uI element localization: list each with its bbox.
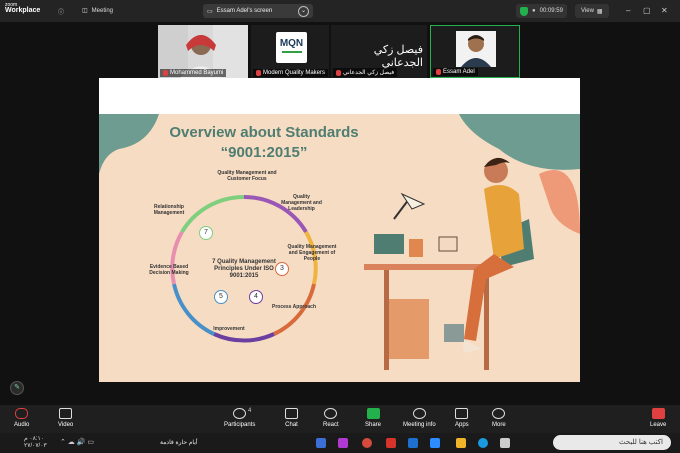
- apps-grid-icon: [455, 408, 469, 419]
- principle-2: Quality Management and Leadership: [281, 194, 322, 212]
- recording-dot-icon: ●: [532, 8, 536, 14]
- participant-name: Modern Quality Makers: [253, 69, 329, 77]
- system-clock: ٠٨:١٠ م ٢٧/٠٧/٠٣: [24, 436, 47, 449]
- chat-icon: [285, 408, 298, 419]
- more-button[interactable]: More: [492, 408, 506, 428]
- company-logo: MQN: [276, 32, 307, 63]
- screen-share-pill[interactable]: ▭ Essam Adel's screen ⌄: [203, 4, 313, 18]
- participant-tile[interactable]: فيصل زكي الجدعاني فيصل زكي الجدعاني: [331, 25, 427, 78]
- windows-taskbar: ٠٨:١٠ م ٢٧/٠٧/٠٣ ⌃ ☁ 🔊 ▭ أيام حارة قادمة…: [0, 433, 680, 453]
- pdf-icon[interactable]: [386, 438, 396, 448]
- mic-off-icon: [436, 69, 441, 75]
- share-arrow-icon: [366, 408, 380, 419]
- minimize-icon[interactable]: –: [626, 6, 630, 15]
- chrome-icon[interactable]: [362, 438, 372, 448]
- audio-button[interactable]: Audio: [14, 408, 29, 428]
- info-icon: [412, 408, 426, 419]
- participant-name: Essam Adel: [433, 68, 478, 76]
- meeting-menu[interactable]: ◫ Meeting: [82, 7, 113, 15]
- shared-screen: Overview about Standards “9001:2015” 7 Q…: [99, 78, 580, 382]
- principle-4: Process Approach: [272, 304, 316, 310]
- cycle-center-title: 7 Quality Management Principles Under IS…: [212, 259, 276, 279]
- annotate-pen-icon[interactable]: ✎: [10, 381, 24, 395]
- edge-icon[interactable]: [478, 438, 488, 448]
- taskbar-app-icon[interactable]: [316, 438, 326, 448]
- tray-icons[interactable]: ⌃ ☁ 🔊 ▭: [60, 438, 94, 446]
- react-button[interactable]: React: [323, 408, 339, 428]
- principle-1: Quality Management and Customer Focus: [217, 170, 277, 182]
- screen-icon: ▭: [207, 8, 213, 15]
- meeting-icon: ◫: [82, 8, 88, 14]
- grid-icon: ▦: [596, 8, 603, 15]
- apps-button[interactable]: Apps: [455, 408, 469, 428]
- principle-5: Improvement: [213, 326, 245, 332]
- view-button[interactable]: View ▦: [575, 4, 609, 18]
- participants-count: 4: [248, 408, 252, 414]
- outlook-icon[interactable]: [408, 438, 418, 448]
- chat-button[interactable]: Chat: [285, 408, 298, 428]
- taskbar-app-icon[interactable]: [338, 438, 348, 448]
- principle-7: Relationship Management: [153, 204, 185, 216]
- more-dots-icon: [492, 408, 506, 419]
- title-bar: zoom Workplace ⓘ ◫ Meeting ▭ Essam Adel'…: [0, 0, 680, 22]
- file-explorer-icon[interactable]: [456, 438, 466, 448]
- meeting-info-button[interactable]: Meeting info: [403, 408, 436, 428]
- people-icon: [233, 408, 247, 419]
- zoom-icon[interactable]: [430, 438, 440, 448]
- zoom-logo: zoom Workplace: [5, 2, 41, 14]
- participant-tile[interactable]: Mohammed Bayumi: [158, 25, 248, 78]
- participant-tile[interactable]: MQN Modern Quality Makers: [251, 25, 329, 78]
- encryption-shield-icon: [520, 6, 528, 16]
- participant-name: فيصل زكي الجدعاني: [333, 68, 398, 77]
- camera-icon: [59, 408, 73, 419]
- slide-title: Overview about Standards: [169, 124, 359, 141]
- share-button[interactable]: Share: [365, 408, 381, 428]
- heart-icon: [324, 408, 338, 419]
- restore-icon[interactable]: ▢: [643, 6, 651, 15]
- participant-big-name: فيصل زكي الجدعاني: [373, 44, 423, 69]
- principle-5-badge: 5: [214, 290, 228, 304]
- mic-off-icon: [336, 69, 341, 76]
- leave-button[interactable]: Leave: [650, 408, 666, 428]
- windows-start-icon[interactable]: [500, 438, 510, 448]
- mic-off-icon: [163, 70, 168, 76]
- chevron-down-icon[interactable]: ⌄: [298, 6, 309, 17]
- principle-3: Quality Management and Engagement of Peo…: [287, 244, 337, 262]
- participant-tile-active[interactable]: Essam Adel: [430, 25, 520, 78]
- close-icon[interactable]: ✕: [661, 6, 668, 15]
- meeting-toolbar: Audio Video Participants 4 Chat React Sh…: [0, 405, 680, 433]
- taskbar-search[interactable]: اكتب هنا للبحث: [553, 435, 671, 450]
- mic-muted-icon: [15, 408, 29, 419]
- principle-6: Evidence Based Decision Making: [149, 264, 189, 276]
- principle-3-badge: 3: [275, 262, 289, 276]
- participant-photo: [456, 31, 496, 67]
- weather-widget[interactable]: أيام حارة قادمة: [160, 439, 198, 446]
- principle-7-badge: 7: [199, 226, 213, 240]
- mic-off-icon: [256, 70, 261, 76]
- participant-name: Mohammed Bayumi: [160, 69, 227, 77]
- meeting-timer: ● 00:09:59: [516, 4, 567, 18]
- leave-door-icon: [651, 408, 665, 419]
- principle-4-badge: 4: [249, 290, 263, 304]
- slide: Overview about Standards “9001:2015” 7 Q…: [99, 114, 580, 382]
- video-button[interactable]: Video: [58, 408, 73, 428]
- desk-illustration: [364, 157, 534, 370]
- shield-info-icon[interactable]: ⓘ: [58, 7, 64, 16]
